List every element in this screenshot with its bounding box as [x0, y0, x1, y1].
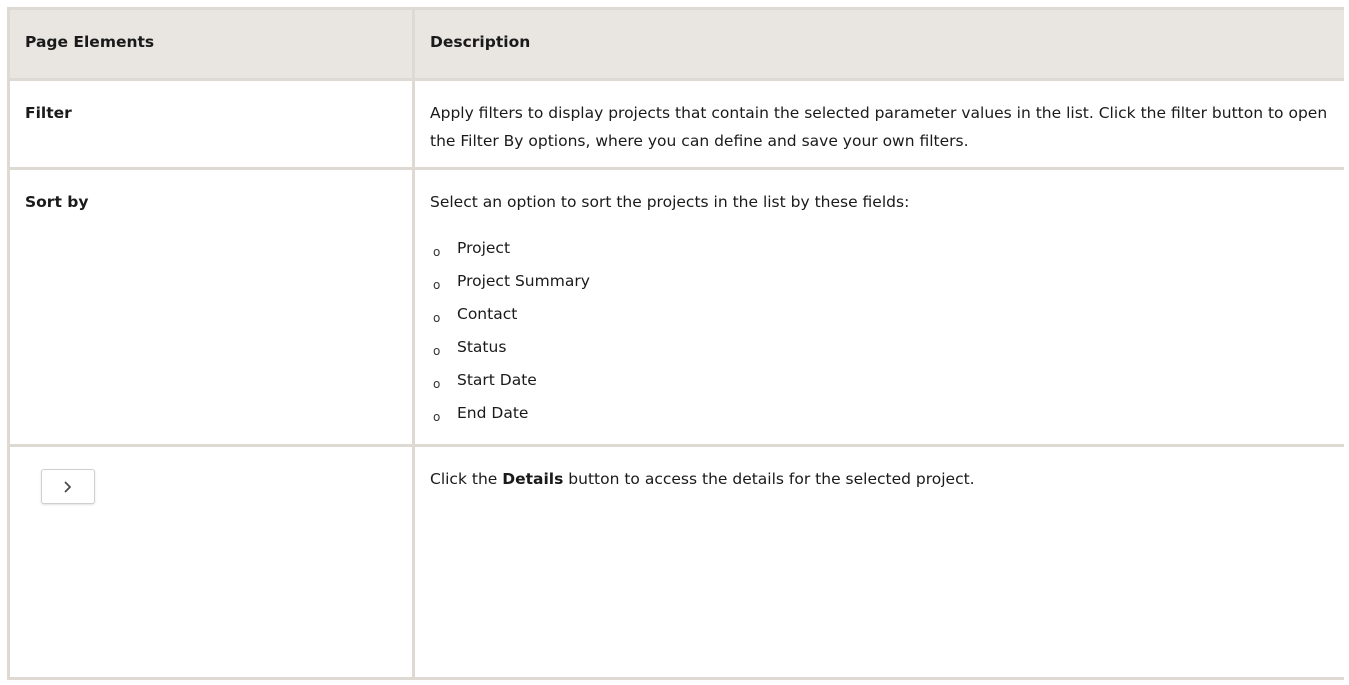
details-text-after: button to access the details for the sel… [568, 470, 975, 488]
page-elements-table-container: Page Elements Description Filter Apply f… [7, 7, 1344, 685]
list-item: o Contact [430, 300, 1329, 333]
table-row-details: Click the Details button to access the d… [7, 444, 1344, 680]
description-sort-by-text: Select an option to sort the projects in… [430, 193, 910, 211]
bullet-icon: o [433, 410, 441, 424]
sort-option-label: Status [457, 338, 507, 356]
list-item: o Start Date [430, 366, 1329, 399]
description-details: Click the Details button to access the d… [412, 444, 1344, 680]
list-item: o Status [430, 333, 1329, 366]
chevron-right-icon [64, 481, 71, 492]
table-header-row: Page Elements Description [7, 7, 1344, 81]
list-item: o Project [430, 234, 1329, 267]
header-description: Description [412, 7, 1344, 81]
details-text-before: Click the [430, 470, 498, 488]
sort-option-label: Contact [457, 305, 518, 323]
element-filter: Filter [7, 78, 415, 170]
description-filter: Apply filters to display projects that c… [412, 78, 1344, 170]
description-filter-text: Apply filters to display projects that c… [430, 104, 1328, 150]
description-sort-by: Select an option to sort the projects in… [412, 167, 1344, 447]
bullet-icon: o [433, 311, 441, 325]
sort-option-label: Project Summary [457, 272, 590, 290]
bullet-icon: o [433, 377, 441, 391]
sort-option-label: Start Date [457, 371, 537, 389]
bullet-icon: o [433, 245, 441, 259]
sort-options-list: o Project o Project Summary o Contact o Stat… [430, 234, 1329, 432]
bullet-icon: o [433, 344, 441, 358]
element-details [7, 444, 415, 680]
table-row-sort-by: Sort by Select an option to sort the pro… [7, 167, 1344, 447]
details-text-bold: Details [502, 470, 564, 488]
table-row-filter: Filter Apply filters to display projects… [7, 78, 1344, 170]
details-button[interactable] [41, 469, 95, 504]
header-page-elements: Page Elements [7, 7, 415, 81]
bullet-icon: o [433, 278, 441, 292]
element-sort-by: Sort by [7, 167, 415, 447]
sort-option-label: End Date [457, 404, 529, 422]
list-item: o Project Summary [430, 267, 1329, 300]
description-details-text: Click the Details button to access the d… [430, 465, 1329, 493]
sort-option-label: Project [457, 239, 511, 257]
list-item: o End Date [430, 399, 1329, 432]
page-elements-table: Page Elements Description Filter Apply f… [7, 7, 1344, 680]
